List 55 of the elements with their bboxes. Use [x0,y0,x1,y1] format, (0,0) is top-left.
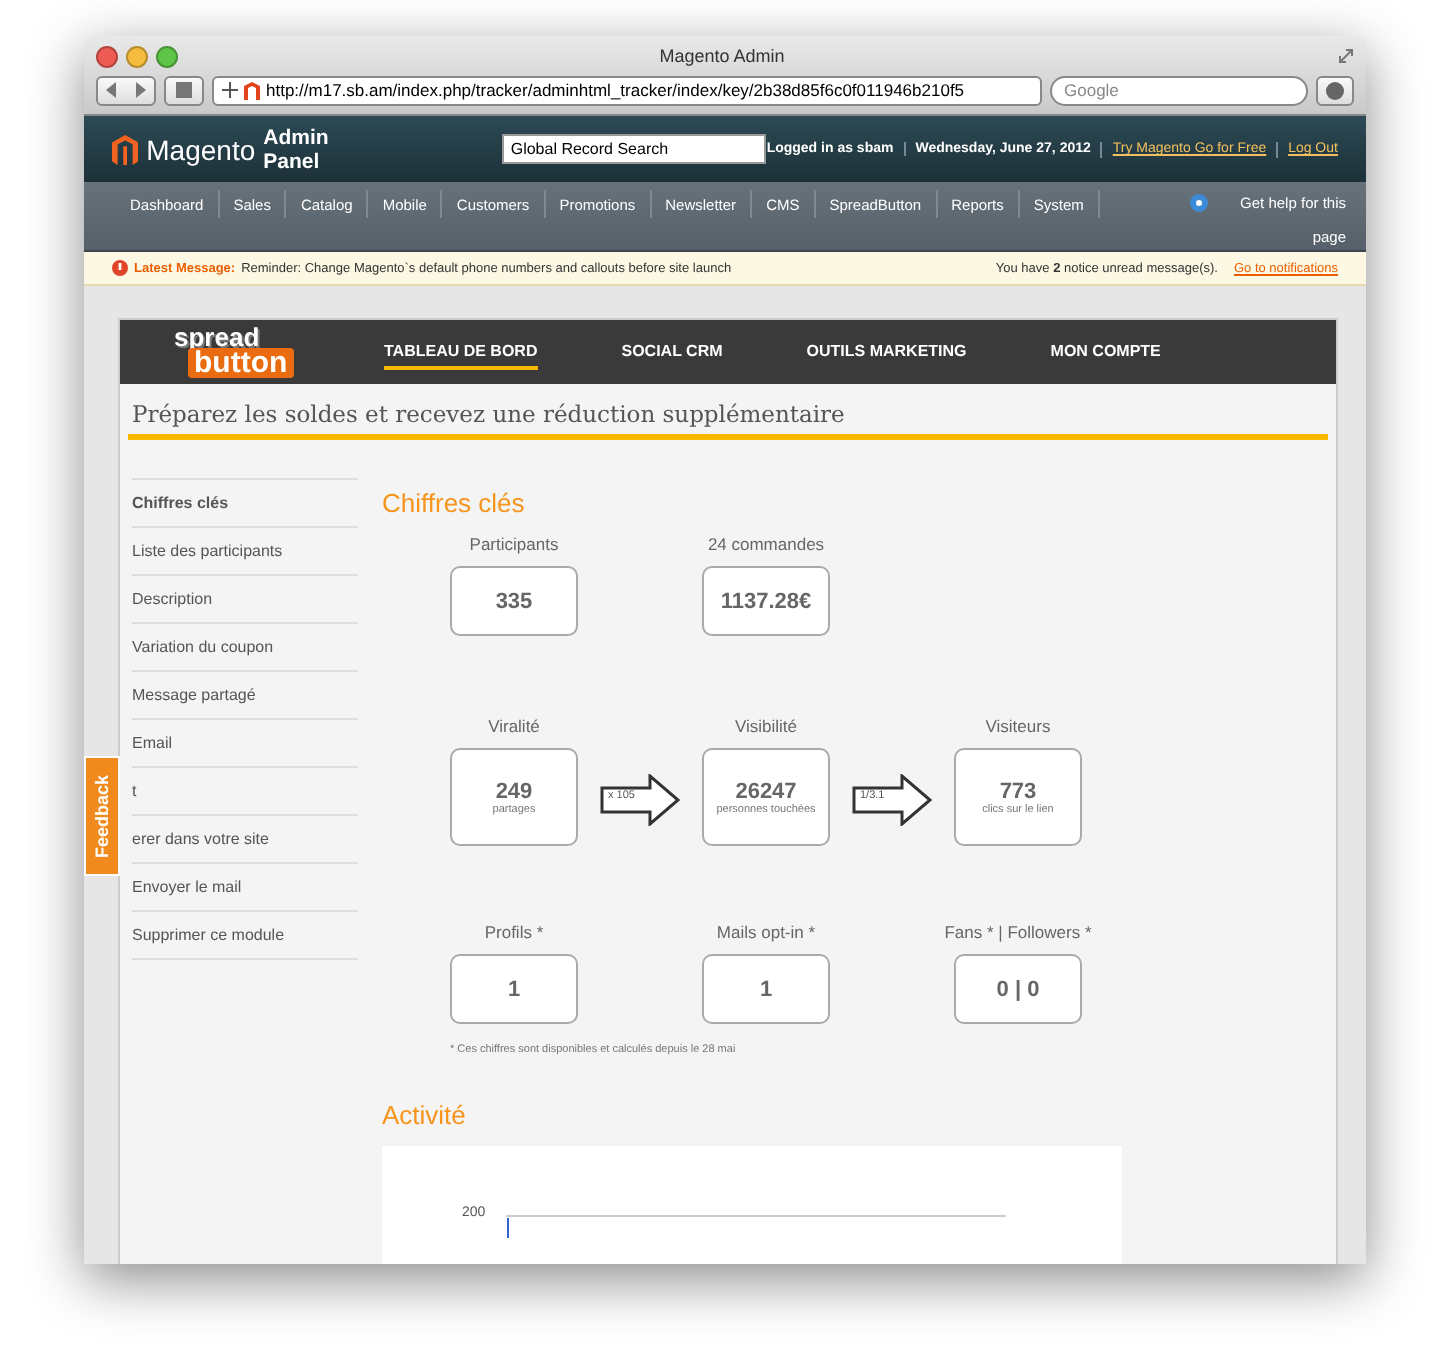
window-title: Magento Admin [659,46,785,66]
sidebar-item[interactable]: Description [132,576,358,624]
zoom-button[interactable] [156,45,178,67]
stat-value: 1 [759,977,773,1001]
logo-text: Magento [146,133,256,165]
sidebar-item[interactable]: Email [132,720,358,768]
minimize-button[interactable] [126,45,148,67]
section-title: Activité [382,1100,468,1130]
back-forward-buttons[interactable] [96,75,156,105]
stat-label: Participants [469,534,559,554]
sidebar-item[interactable]: erer dans votre site [132,816,358,864]
arrows-icon [106,82,146,98]
sidebar-item[interactable]: Chiffres clés [132,480,358,528]
section-title: Chiffres clés [382,488,527,518]
sidebar-item[interactable]: Message partagé [132,672,358,720]
sidebar-item[interactable]: Envoyer le mail [132,864,358,912]
stat-label: Profils * [484,922,544,942]
stat-label: Fans * | Followers * [944,922,1092,942]
nav-tab[interactable]: OUTILS MARKETING [806,335,967,369]
stat-value: 26247 [735,779,797,803]
alert-icon [112,260,128,276]
stat-label: 24 commandes [707,534,825,554]
logo-icon [112,133,139,165]
stat-value: 335 [495,589,533,613]
plus-icon[interactable] [222,82,238,98]
sidebar-item[interactable]: Variation du coupon [132,624,358,672]
arrow-icon [600,774,680,826]
spreadbutton-logo: spread button [168,326,308,378]
stat-value: 249 [495,779,533,803]
nav-tab[interactable]: MON COMPTE [1050,335,1161,369]
site-icon [244,81,260,99]
nav-tab[interactable]: TABLEAU DE BORD [384,335,538,369]
resize-icon[interactable] [1337,48,1354,64]
search-field[interactable]: Global Record Search [502,134,767,164]
stat-label: Mails opt-in * [716,922,816,942]
stat-value: 0 | 0 [996,977,1040,1001]
sidebar-item[interactable]: Liste des participants [132,528,358,576]
arrow-icon [852,774,932,826]
promo-banner: Préparez les soldes et recevez une réduction supplémentaire [128,384,1328,440]
logo-subtitle: Admin Panel [263,125,331,173]
search-field[interactable]: Google [1050,75,1308,105]
download-button[interactable] [1316,75,1354,105]
stat-value: 773 [999,779,1037,803]
bookmarks-button[interactable] [164,75,204,105]
stat-label: Visiteurs [985,716,1051,736]
close-button[interactable] [96,45,118,67]
address-bar[interactable]: http://m17.sb.am/index.php/tracker/adminhtml_tracker/index/key/2b38d85f6c0f011946b210f5 [212,75,1042,105]
sidebar-item[interactable]: Supprimer ce module [132,912,358,960]
nav-tab[interactable]: SOCIAL CRM [621,335,723,369]
stat-label: Viralité [488,716,540,736]
stat-value: 1 [507,977,521,1001]
url-text: http://m17.sb.am/index.php/tracker/adminhtml_tracker/index/key/2b38d85f6c0f011946b210f5 [266,80,965,100]
stat-value: 1137.28€ [720,589,812,613]
stat-label: Visibilité [734,716,798,736]
sidebar-item[interactable]: t [132,768,358,816]
